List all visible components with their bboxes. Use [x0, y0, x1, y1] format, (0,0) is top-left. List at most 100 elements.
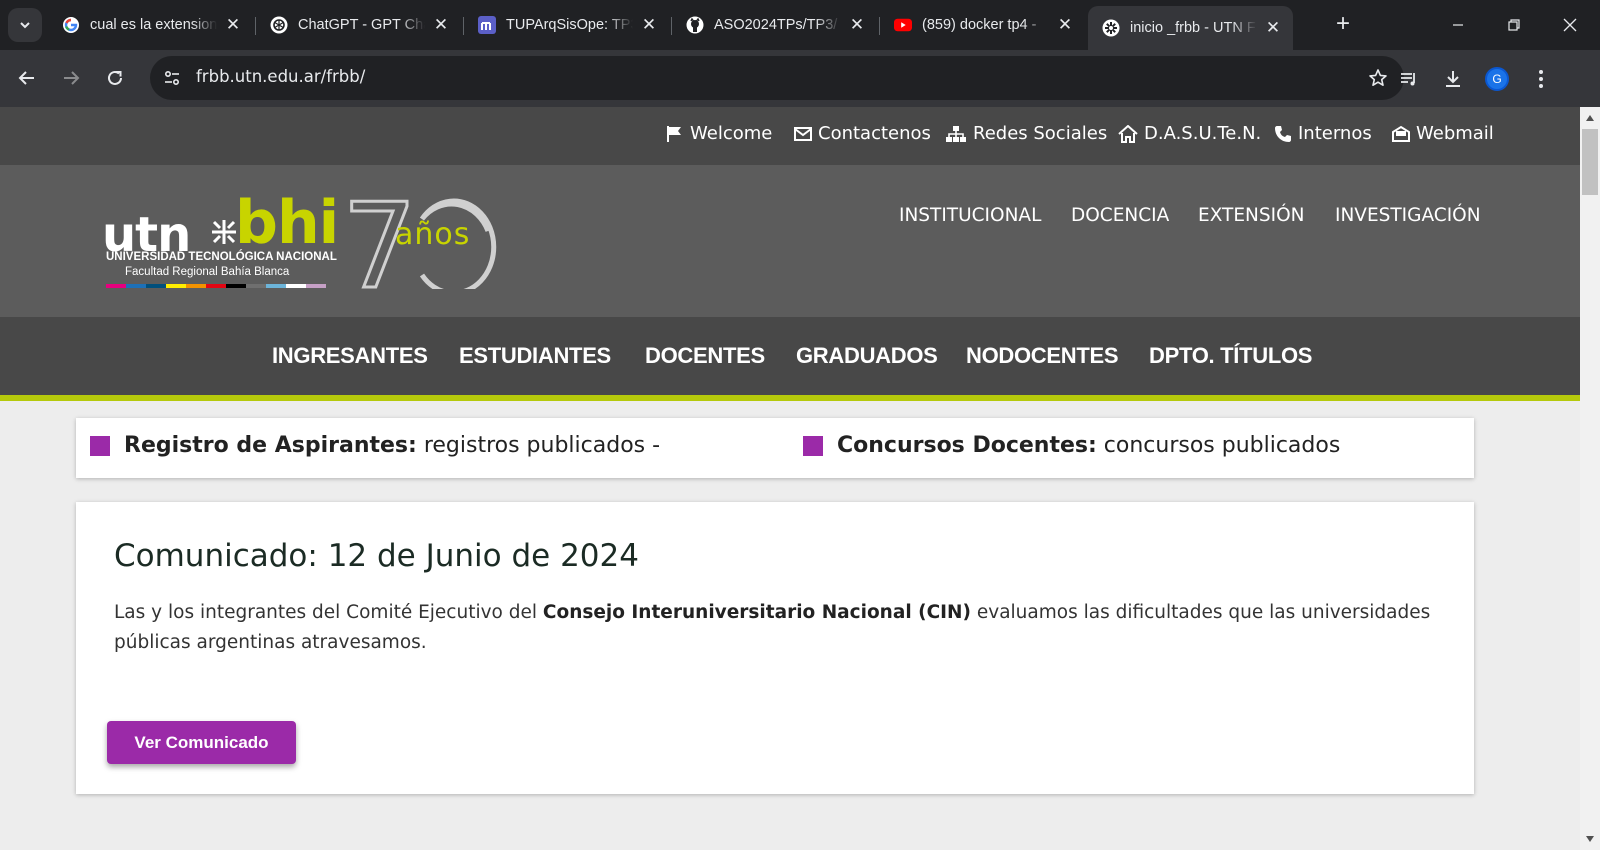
github-icon [686, 16, 704, 34]
tab-github[interactable]: ASO2024TPs/TP3/ ✕ [672, 6, 877, 44]
google-icon [62, 16, 80, 34]
flag-icon [666, 125, 684, 143]
close-icon[interactable]: ✕ [1055, 15, 1075, 35]
logo-stripe [166, 284, 186, 288]
tab-youtube[interactable]: (859) docker tp4 - ✕ [880, 6, 1085, 44]
utn-bhi-logo[interactable]: utn bhi UNIVERSIDAD TECNOLÓGICA NACIONAL… [100, 189, 520, 299]
mail-icon [1392, 125, 1410, 143]
forward-button[interactable] [53, 60, 89, 96]
tab-moodle[interactable]: TUPArqSisOpe: TP3 ✕ [464, 6, 669, 44]
tab-title: cual es la extension [90, 17, 217, 33]
tab-strip: cual es la extension ✕ ChatGPT - GPT Cha… [0, 0, 1600, 50]
internos-label: Internos [1298, 123, 1372, 144]
page-viewport: Welcome Contactenos Redes Sociales D.A.S… [0, 107, 1580, 850]
webmail-label: Webmail [1416, 123, 1494, 144]
download-icon [1446, 71, 1460, 87]
close-icon[interactable]: ✕ [639, 15, 659, 35]
chatgpt-icon [270, 16, 288, 34]
contactenos-label: Contactenos [818, 123, 931, 144]
bullet-square-icon [90, 435, 110, 456]
close-icon[interactable]: ✕ [431, 15, 451, 35]
redes-sociales-link[interactable]: Redes Sociales [945, 123, 1107, 144]
minimize-button[interactable] [1430, 0, 1486, 50]
ticker-item-registro[interactable]: Registro de Aspirantes: registros public… [90, 433, 660, 458]
close-window-button[interactable] [1542, 0, 1598, 50]
logo-university-name: UNIVERSIDAD TECNOLÓGICA NACIONAL [106, 251, 337, 263]
contactenos-link[interactable]: Contactenos [794, 123, 931, 144]
downloads-button[interactable] [1438, 64, 1468, 94]
bullet-square-icon [803, 435, 823, 456]
announcement-title: Comunicado: 12 de Junio de 2024 [114, 538, 639, 574]
tab-utn-active[interactable]: inicio _frbb - UTN F ✕ [1088, 6, 1293, 50]
menu-button[interactable] [1526, 64, 1556, 94]
tab-title: (859) docker tp4 - [922, 17, 1037, 33]
redes-sociales-label: Redes Sociales [973, 123, 1108, 144]
close-icon [1563, 18, 1577, 32]
back-button[interactable] [9, 60, 45, 96]
page-scrollbar[interactable] [1580, 107, 1600, 850]
announcement-card: Comunicado: 12 de Junio de 2024 Las y lo… [76, 502, 1474, 794]
nav-institucional[interactable]: INSTITUCIONAL [899, 205, 1041, 226]
dasuten-link[interactable]: D.A.S.U.Te.N. [1118, 123, 1261, 144]
logo-stripe [206, 284, 226, 288]
welcome-link[interactable]: Welcome [666, 123, 772, 144]
reload-button[interactable] [97, 60, 133, 96]
tab-google-search[interactable]: cual es la extension ✕ [48, 6, 253, 44]
home-icon [1118, 124, 1138, 143]
logo-emblem-icon [211, 219, 237, 250]
close-icon[interactable]: ✕ [223, 15, 243, 35]
webmail-link[interactable]: Webmail [1392, 123, 1494, 144]
utn-icon [1102, 19, 1120, 37]
new-tab-button[interactable]: + [1330, 12, 1356, 38]
announcement-text-bold: Consejo Interuniversitario Nacional (CIN… [542, 602, 971, 623]
reading-list-button[interactable] [1394, 64, 1424, 94]
scroll-up-arrow-icon[interactable] [1586, 115, 1594, 121]
playlist-icon [1401, 73, 1415, 86]
close-icon[interactable]: ✕ [1263, 18, 1283, 38]
close-icon[interactable]: ✕ [847, 15, 867, 35]
reload-icon [108, 70, 122, 85]
dasuten-label: D.A.S.U.Te.N. [1144, 123, 1262, 144]
nav-ingresantes[interactable]: INGRESANTES [272, 343, 428, 369]
ticker-text: registros publicados - [423, 433, 661, 458]
address-bar[interactable]: frbb.utn.edu.ar/frbb/ [150, 56, 1404, 100]
news-ticker: Registro de Aspirantes: registros public… [76, 418, 1474, 478]
kebab-menu-icon [1539, 70, 1543, 88]
nav-dpto-titulos[interactable]: DPTO. TÍTULOS [1149, 343, 1312, 369]
moodle-icon [478, 16, 496, 34]
scroll-thumb[interactable] [1582, 129, 1598, 195]
avatar: G [1485, 67, 1509, 91]
nav-nodocentes[interactable]: NODOCENTES [966, 343, 1119, 369]
audience-nav: INGRESANTES ESTUDIANTES DOCENTES GRADUAD… [0, 317, 1580, 401]
arrow-right-icon [64, 71, 80, 85]
url-text[interactable]: frbb.utn.edu.ar/frbb/ [196, 67, 365, 86]
nav-graduados[interactable]: GRADUADOS [796, 343, 938, 369]
tab-title: ChatGPT - GPT Chat [298, 17, 425, 33]
youtube-icon [894, 16, 912, 34]
ticker-item-concursos[interactable]: Concursos Docentes: concursos publicados [803, 433, 1340, 458]
bookmark-star-icon[interactable] [1366, 66, 1390, 90]
nav-docencia[interactable]: DOCENCIA [1071, 205, 1169, 226]
ticker-label: Registro de Aspirantes: [124, 433, 417, 458]
announcement-text-start: Las y los integrantes del Comité Ejecuti… [114, 602, 538, 623]
nav-extension[interactable]: EXTENSIÓN [1198, 205, 1304, 226]
logo-anos-text: años [395, 217, 471, 252]
nav-docentes[interactable]: DOCENTES [645, 343, 765, 369]
tab-title: inicio _frbb - UTN F [1130, 20, 1256, 36]
site-info-icon[interactable] [160, 66, 184, 90]
profile-button[interactable]: G [1482, 64, 1512, 94]
nav-investigacion[interactable]: INVESTIGACIÓN [1335, 205, 1481, 226]
logo-stripe [246, 284, 266, 288]
scroll-down-arrow-icon[interactable] [1586, 836, 1594, 842]
utility-bar: Welcome Contactenos Redes Sociales D.A.S… [0, 107, 1580, 165]
logo-stripe [226, 284, 246, 288]
logo-stripe [126, 284, 146, 288]
restore-button[interactable] [1486, 0, 1542, 50]
tab-title: TUPArqSisOpe: TP3 [506, 17, 633, 33]
ver-comunicado-button[interactable]: Ver Comunicado [107, 721, 296, 764]
tab-chatgpt[interactable]: ChatGPT - GPT Chat ✕ [256, 6, 461, 44]
nav-estudiantes[interactable]: ESTUDIANTES [459, 343, 611, 369]
tab-search-button[interactable] [8, 8, 42, 42]
internos-link[interactable]: Internos [1274, 123, 1372, 144]
ticker-label: Concursos Docentes: [837, 433, 1097, 458]
